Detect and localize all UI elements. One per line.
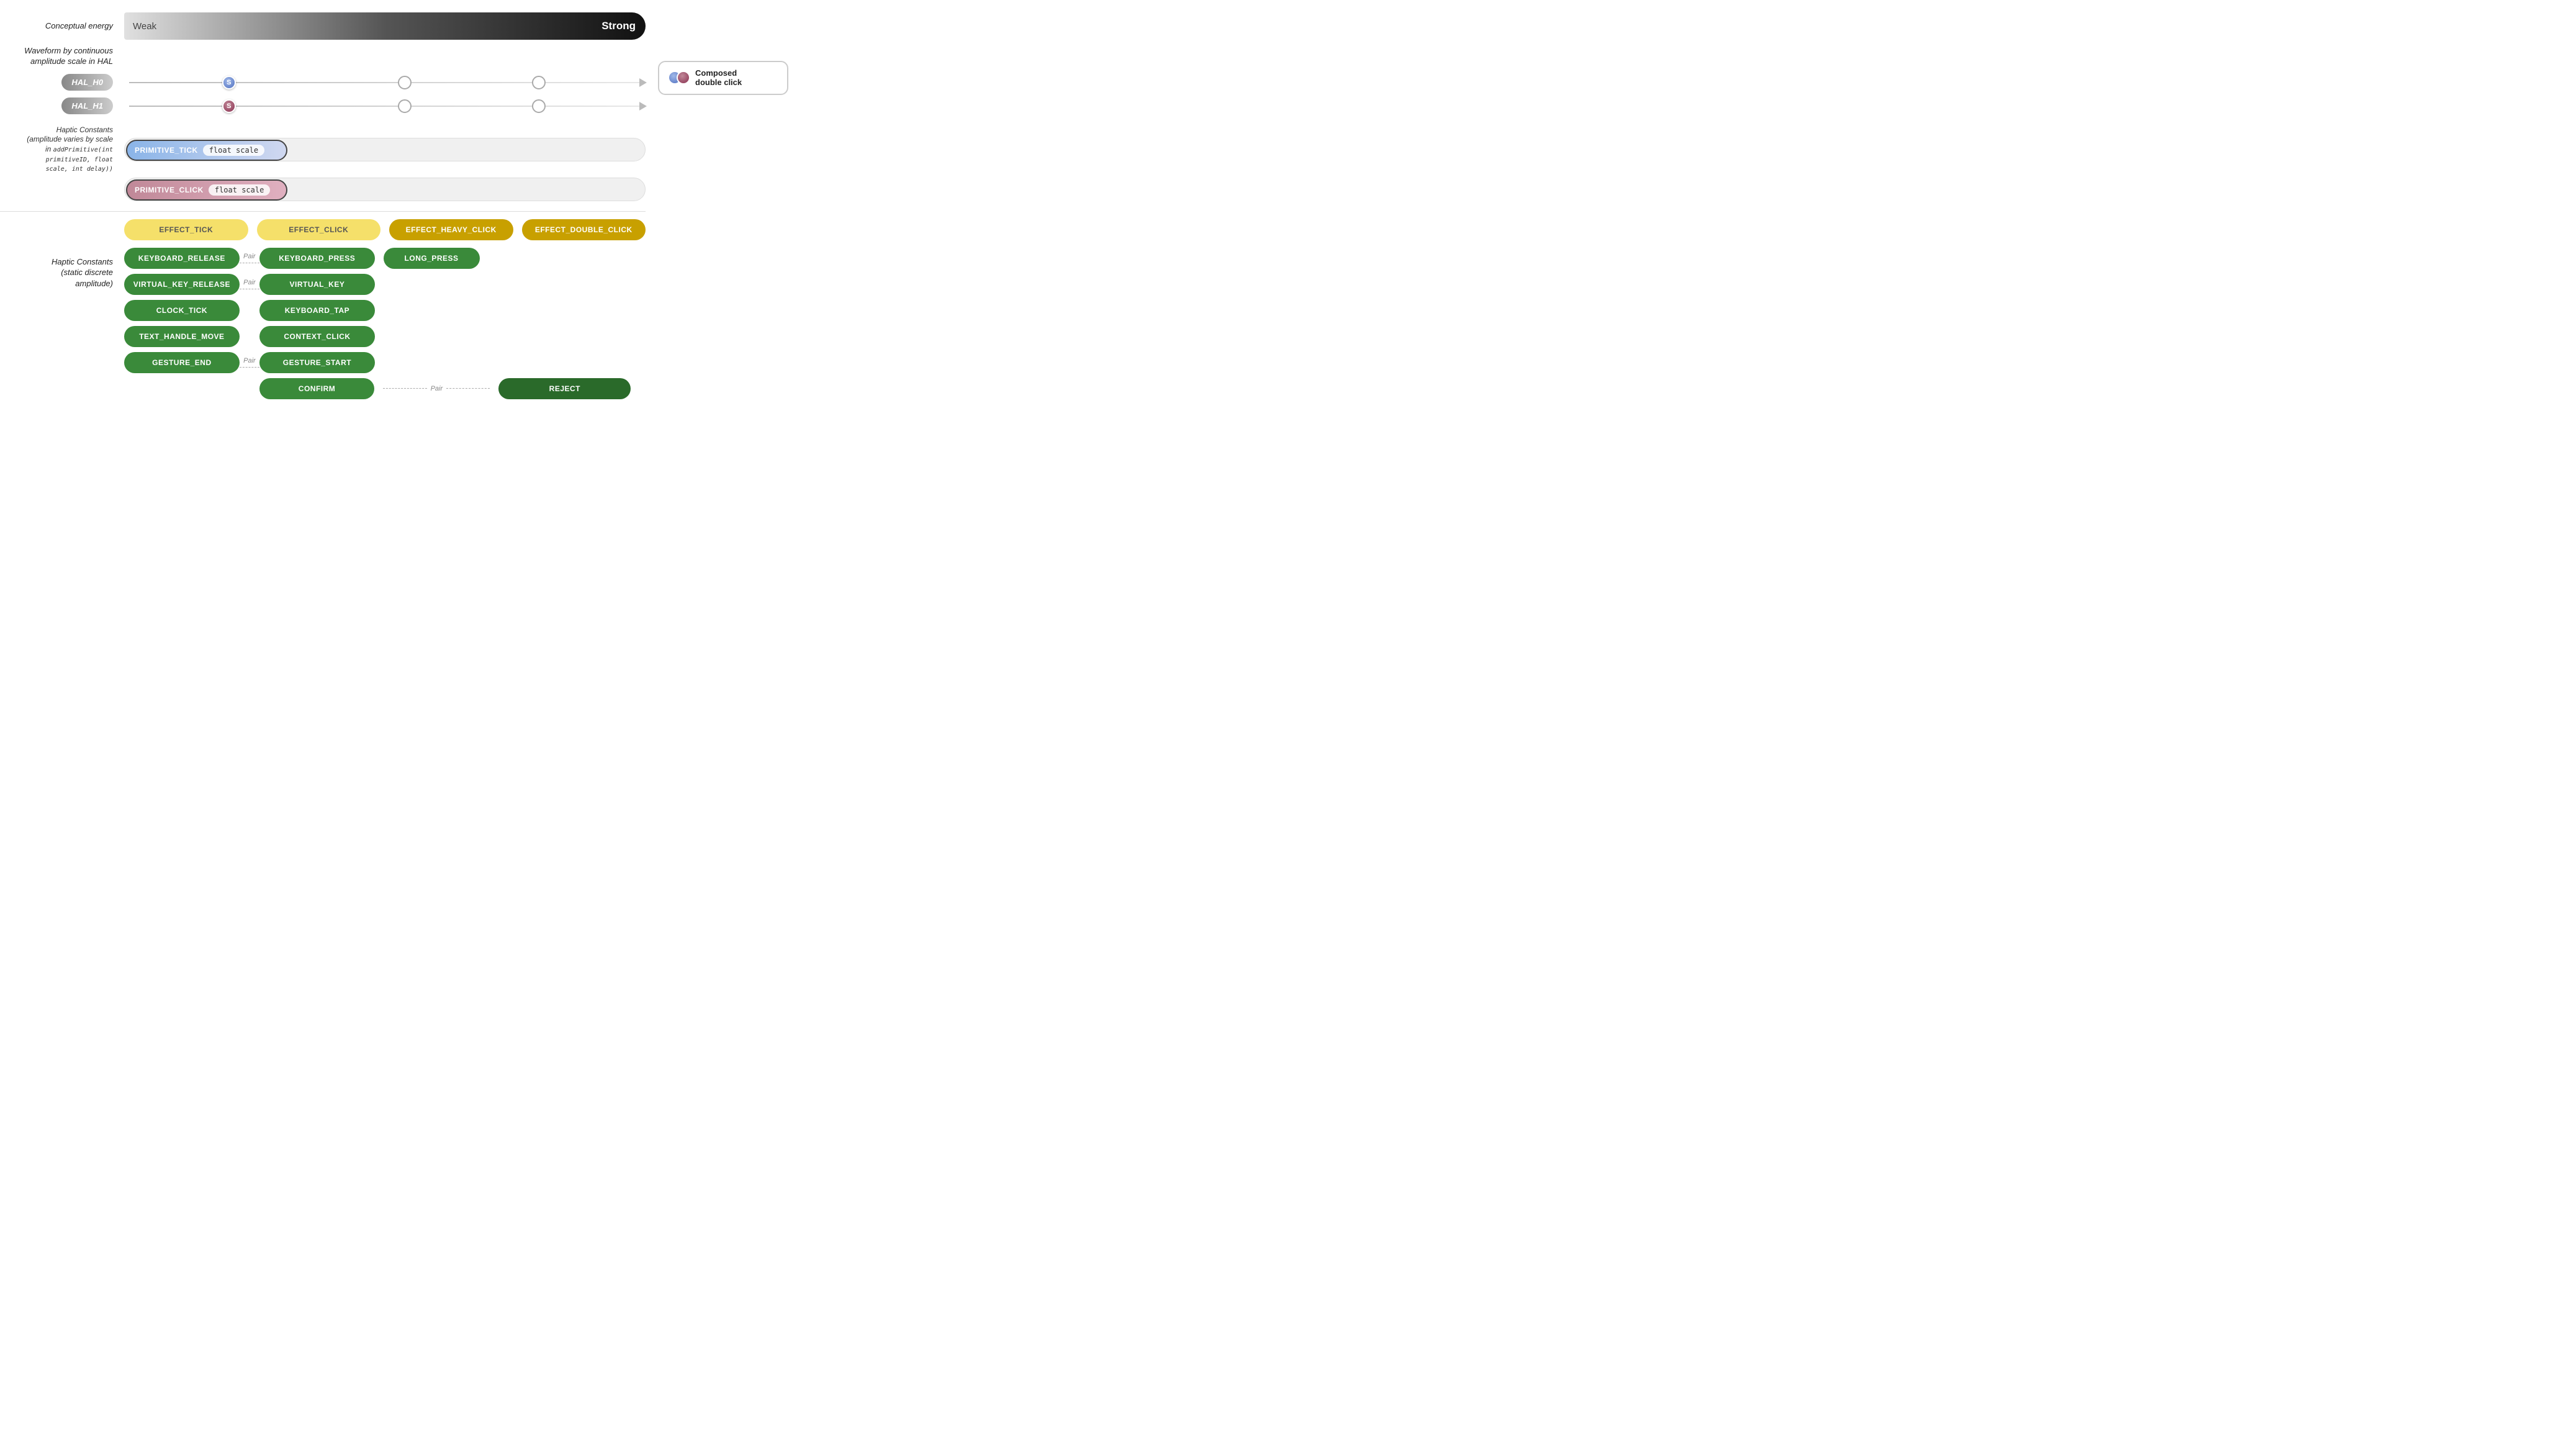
effect-click-button[interactable]: EFFECT_CLICK xyxy=(257,219,381,240)
keyboard-release-col: KEYBOARD_RELEASE xyxy=(124,248,240,269)
primitive-click-scale: float scale xyxy=(209,184,270,196)
pair-keyboard-connector: Pair xyxy=(240,253,259,263)
keyboard-tap-col: KEYBOARD_TAP xyxy=(259,300,375,321)
primitive-tick-content: PRIMITIVE_TICK float scale xyxy=(124,138,646,161)
gesture-start-button[interactable]: GESTURE_START xyxy=(259,352,375,373)
primitive-tick-scale: float scale xyxy=(203,145,264,156)
composed-dots xyxy=(668,71,690,84)
primitive-tick-pill: PRIMITIVE_TICK float scale xyxy=(126,140,287,161)
hal-h1-far-circle[interactable] xyxy=(532,99,546,113)
virtual-key-button[interactable]: VIRTUAL_KEY xyxy=(259,274,375,295)
pair-confirm-area: Pair xyxy=(374,385,490,392)
hal-h0-track: S Composed double click xyxy=(129,73,646,92)
row-clock: CLOCK_TICK KEYBOARD_TAP xyxy=(124,300,646,321)
text-handle-move-col: TEXT_HANDLE_MOVE xyxy=(124,326,240,347)
long-press-col: LONG_PRESS xyxy=(375,248,490,269)
energy-section: Conceptual energy Weak Strong xyxy=(0,12,646,40)
clock-tick-col: CLOCK_TICK xyxy=(124,300,240,321)
strong-label: Strong xyxy=(601,20,636,32)
primitive-click-name: PRIMITIVE_CLICK xyxy=(135,186,204,194)
waveform-label: Waveform by continuousamplitude scale in… xyxy=(0,46,124,67)
hal-h0-arrow xyxy=(639,78,647,87)
haptic-constants-section: Haptic Constants(static discreteamplitud… xyxy=(0,219,646,404)
effects-top-row: EFFECT_TICK EFFECT_CLICK EFFECT_HEAVY_CL… xyxy=(124,219,646,240)
divider xyxy=(0,211,646,212)
pair-gesture-label: Pair xyxy=(243,357,256,364)
hal-h1-track: S xyxy=(129,97,646,115)
primitive-tick-track: PRIMITIVE_TICK float scale xyxy=(124,138,646,161)
haptic-constants-label: Haptic Constants(static discreteamplitud… xyxy=(0,219,124,404)
hal-h0-pill: HAL_H0 xyxy=(61,74,113,91)
gesture-end-button[interactable]: GESTURE_END xyxy=(124,352,240,373)
keyboard-press-col: KEYBOARD_PRESS xyxy=(259,248,375,269)
hal-h1-label-col: HAL_H1 xyxy=(0,97,124,114)
context-click-button[interactable]: CONTEXT_CLICK xyxy=(259,326,375,347)
row-gesture: GESTURE_END Pair GESTURE_START xyxy=(124,352,646,373)
hal-h1-start-dot[interactable]: S xyxy=(222,99,236,113)
energy-bar: Weak Strong xyxy=(124,12,646,40)
pair-confirm-line xyxy=(383,388,426,389)
primitive-click-row: PRIMITIVE_CLICK float scale xyxy=(0,178,646,201)
virtual-key-release-button[interactable]: VIRTUAL_KEY_RELEASE xyxy=(124,274,240,295)
primitive-tick-name: PRIMITIVE_TICK xyxy=(135,146,198,155)
gesture-end-col: GESTURE_END xyxy=(124,352,240,373)
hal-h0-row: HAL_H0 S Composed double cli xyxy=(0,73,646,92)
hal-h1-line xyxy=(129,106,646,107)
row-confirm: CONFIRM Pair REJECT xyxy=(124,378,646,399)
row-virtual-key: VIRTUAL_KEY_RELEASE Pair VIRTUAL_KEY xyxy=(124,274,646,295)
weak-label: Weak xyxy=(133,21,156,32)
haptic-constants-content: EFFECT_TICK EFFECT_CLICK EFFECT_HEAVY_CL… xyxy=(124,219,646,404)
composed-text: Composed double click xyxy=(695,68,742,88)
keyboard-release-button[interactable]: KEYBOARD_RELEASE xyxy=(124,248,240,269)
pair-confirm-line2 xyxy=(446,388,490,389)
primitive-click-pill: PRIMITIVE_CLICK float scale xyxy=(126,179,287,201)
hal-h1-row: HAL_H1 S xyxy=(0,97,646,115)
hal-h0-start-dot[interactable]: S xyxy=(222,76,236,89)
hal-h0-mid-circle[interactable] xyxy=(398,76,412,89)
composed-badge: Composed double click xyxy=(658,61,788,95)
energy-bar-content: Weak Strong xyxy=(124,12,646,40)
effect-tick-button[interactable]: EFFECT_TICK xyxy=(124,219,248,240)
hal-h0-far-circle[interactable] xyxy=(532,76,546,89)
pair-gesture-line xyxy=(240,367,259,368)
composed-dot-pink xyxy=(677,71,690,84)
gesture-start-col: GESTURE_START xyxy=(259,352,375,373)
hal-h0-label-col: HAL_H0 xyxy=(0,74,124,91)
keyboard-tap-button[interactable]: KEYBOARD_TAP xyxy=(259,300,375,321)
hal-h0-line xyxy=(129,82,646,83)
primitive-click-track: PRIMITIVE_CLICK float scale xyxy=(124,178,646,201)
primitives-label: Haptic Constants(amplitude varies by sca… xyxy=(0,125,124,174)
effect-double-click-button[interactable]: EFFECT_DOUBLE_CLICK xyxy=(522,219,646,240)
hal-h1-pill: HAL_H1 xyxy=(61,97,113,114)
context-click-col: CONTEXT_CLICK xyxy=(259,326,375,347)
hal-h1-mid-circle[interactable] xyxy=(398,99,412,113)
text-handle-move-button[interactable]: TEXT_HANDLE_MOVE xyxy=(124,326,240,347)
reject-button[interactable]: REJECT xyxy=(498,378,631,399)
primitive-click-content: PRIMITIVE_CLICK float scale xyxy=(124,178,646,201)
pair-virtual-label: Pair xyxy=(243,279,256,286)
page: Conceptual energy Weak Strong Waveform b… xyxy=(0,0,646,417)
pair-gesture-connector: Pair xyxy=(240,357,259,368)
waveform-section: Waveform by continuousamplitude scale in… xyxy=(0,46,646,67)
virtual-key-release-col: VIRTUAL_KEY_RELEASE xyxy=(124,274,240,295)
clock-tick-button[interactable]: CLOCK_TICK xyxy=(124,300,240,321)
confirm-col: CONFIRM xyxy=(259,378,375,399)
hal-h1-arrow xyxy=(639,102,647,111)
pair-virtual-connector: Pair xyxy=(240,279,259,289)
confirm-button[interactable]: CONFIRM xyxy=(259,378,375,399)
effect-heavy-click-button[interactable]: EFFECT_HEAVY_CLICK xyxy=(389,219,513,240)
row-keyboard: KEYBOARD_RELEASE Pair KEYBOARD_PRESS LON… xyxy=(124,248,646,269)
virtual-key-col: VIRTUAL_KEY xyxy=(259,274,375,295)
row-text-handle: TEXT_HANDLE_MOVE CONTEXT_CLICK xyxy=(124,326,646,347)
reject-col: REJECT xyxy=(490,378,646,399)
pair-keyboard-label: Pair xyxy=(243,253,256,260)
pair-confirm-label: Pair xyxy=(427,385,447,392)
keyboard-press-button[interactable]: KEYBOARD_PRESS xyxy=(259,248,375,269)
long-press-button[interactable]: LONG_PRESS xyxy=(384,248,480,269)
conceptual-energy-label: Conceptual energy xyxy=(0,21,124,32)
primitive-tick-row: Haptic Constants(amplitude varies by sca… xyxy=(0,125,646,174)
